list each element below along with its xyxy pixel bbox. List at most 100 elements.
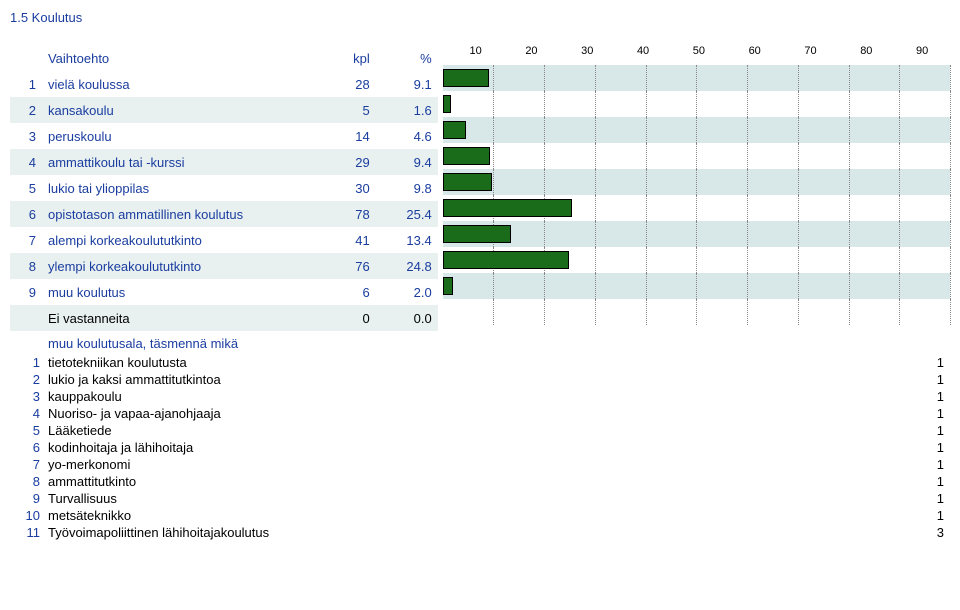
list-item-index: 2 [10,372,48,387]
data-table: Vaihtoehto kpl % 1vielä koulussa289.12ka… [10,45,438,331]
bar-row [443,247,950,273]
grid-line [747,247,748,273]
grid-line [849,117,850,143]
grid-line [646,91,647,117]
list-item: 1tietotekniikan koulutusta1 [10,354,950,371]
grid-line [899,195,900,221]
list-item-value: 1 [914,423,950,438]
row-index: 3 [10,123,42,149]
grid-line [595,169,596,195]
list-item-index: 9 [10,491,48,506]
list-item-text: Nuoriso- ja vapaa-ajanohjaaja [48,406,914,421]
bar [443,277,453,295]
grid-line [950,143,951,169]
row-label: muu koulutus [42,279,314,305]
list-item: 11Työvoimapoliittinen lähihoitajakoulutu… [10,524,950,541]
list-item-value: 1 [914,355,950,370]
row-percent: 9.1 [376,71,438,97]
row-label: opistotason ammatillinen koulutus [42,201,314,227]
list-item-value: 1 [914,457,950,472]
table-row: 5lukio tai ylioppilas309.8 [10,175,438,201]
list-item-index: 7 [10,457,48,472]
grid-line [646,195,647,221]
axis-tick: 20 [504,45,560,65]
row-percent: 25.4 [376,201,438,227]
grid-line [696,195,697,221]
bar-row [443,195,950,221]
grid-line [899,169,900,195]
row-count: 41 [314,227,376,253]
list-item-value: 1 [914,491,950,506]
list-item-text: tietotekniikan koulutusta [48,355,914,370]
axis-tick: 10 [448,45,504,65]
axis-tick: 90 [894,45,950,65]
bar [443,147,491,165]
list-item-value: 1 [914,474,950,489]
list-item-value: 1 [914,508,950,523]
table-row: 7alempi korkeakoulututkinto4113.4 [10,227,438,253]
grid-line [747,169,748,195]
secondary-list-header: muu koulutusala, täsmennä mikä [10,333,950,354]
grid-line [493,143,494,169]
table-row: 4ammattikoulu tai -kurssi299.4 [10,149,438,175]
list-item-text: metsäteknikko [48,508,914,523]
grid-line [544,91,545,117]
list-item-text: Työvoimapoliittinen lähihoitajakoulutus [48,525,914,540]
list-item: 10metsäteknikko1 [10,507,950,524]
table-row: 6opistotason ammatillinen koulutus7825.4 [10,201,438,227]
list-item-text: lukio ja kaksi ammattitutkintoa [48,372,914,387]
grid-line [899,221,900,247]
grid-line [899,273,900,299]
row-index: 1 [10,71,42,97]
grid-line [646,273,647,299]
list-item-index: 4 [10,406,48,421]
grid-line [544,273,545,299]
grid-line [849,195,850,221]
grid-line [595,195,596,221]
grid-line [747,299,748,325]
bar-row [443,221,950,247]
bar [443,121,466,139]
grid-line [747,273,748,299]
row-count: 29 [314,149,376,175]
grid-line [950,221,951,247]
row-count: 0 [314,305,376,331]
bar-row [443,91,950,117]
grid-line [646,247,647,273]
row-percent: 4.6 [376,123,438,149]
list-item-value: 1 [914,372,950,387]
list-item-index: 10 [10,508,48,523]
grid-line [544,169,545,195]
row-index: 5 [10,175,42,201]
bar [443,251,569,269]
table-row: 1vielä koulussa289.1 [10,71,438,97]
grid-line [595,117,596,143]
list-item-index: 3 [10,389,48,404]
row-index [10,305,42,331]
bar-row [443,143,950,169]
grid-line [798,247,799,273]
list-item-text: Lääketiede [48,423,914,438]
grid-line [849,169,850,195]
grid-line [747,195,748,221]
list-item: 9Turvallisuus1 [10,490,950,507]
grid-line [646,299,647,325]
grid-line [950,195,951,221]
grid-line [798,273,799,299]
axis-tick: 70 [783,45,839,65]
grid-line [646,221,647,247]
grid-line [595,299,596,325]
grid-line [544,117,545,143]
list-item: 3kauppakoulu1 [10,388,950,405]
list-item: 5Lääketiede1 [10,422,950,439]
grid-line [646,169,647,195]
row-count: 76 [314,253,376,279]
grid-line [798,65,799,91]
row-count: 78 [314,201,376,227]
table-row: 2kansakoulu51.6 [10,97,438,123]
list-item-index: 8 [10,474,48,489]
row-percent: 24.8 [376,253,438,279]
chart-axis: 102030405060708090 [448,45,950,65]
row-label: ylempi korkeakoulututkinto [42,253,314,279]
grid-line [950,273,951,299]
